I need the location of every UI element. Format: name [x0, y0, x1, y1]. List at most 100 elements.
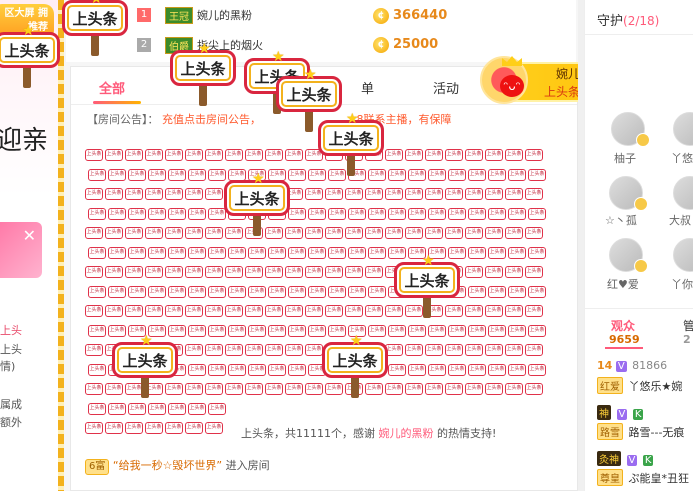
audience-row[interactable]: 路雪 路雪---无痕	[597, 423, 684, 440]
mini-gift-sign: 上头条	[88, 285, 106, 298]
avatar[interactable]	[673, 238, 693, 272]
tab-admins[interactable]: 管	[683, 317, 693, 334]
avatar[interactable]	[673, 112, 693, 146]
avatar[interactable]	[609, 176, 648, 211]
mini-gift-sign: 上头条	[488, 285, 506, 298]
mini-gift-sign: 上头条	[305, 188, 323, 200]
mini-gift-sign: 上头条	[425, 149, 443, 161]
rank-row[interactable]: 1 王冠 婉儿的黑粉	[137, 5, 252, 25]
mini-gift-sign: 上头条	[345, 266, 363, 278]
banner-gift-name: 上头条	[544, 85, 581, 99]
audience-row[interactable]: 14 V 81866	[597, 359, 667, 372]
rank-user-name[interactable]: 婉儿的黑粉	[197, 7, 252, 23]
mini-gift-sign: 上头条	[525, 149, 543, 161]
mini-gift-sign: 上头条	[488, 246, 506, 259]
enter-message-user[interactable]: “给我一秒☆毁坏世界”	[113, 459, 222, 472]
mini-gift-sign: 上头条	[188, 168, 206, 181]
mini-gift-sign: 上头条	[505, 227, 523, 239]
mini-gift-sign: 上头条	[465, 266, 483, 278]
mini-gift-sign: 上头条	[205, 266, 223, 278]
mini-gift-sign: 上头条	[528, 363, 546, 376]
mini-gift-sign: 上头条	[508, 324, 526, 337]
mini-gift-sign: 上头条	[345, 188, 363, 200]
mini-gift-sign: 上头条	[125, 188, 143, 200]
guard-name[interactable]: 丫你	[671, 276, 693, 292]
mini-gift-sign: 上头条	[368, 246, 386, 259]
mini-gift-sign: 上头条	[348, 285, 366, 298]
mini-gift-sign: 上头条	[185, 305, 203, 317]
mini-gift-sign: 上头条	[525, 188, 543, 200]
mini-gift-sign: 上头条	[168, 324, 186, 337]
guard-name[interactable]: 红♥爱	[607, 276, 639, 292]
mini-gift-sign: 上头条	[405, 383, 423, 395]
notice-text[interactable]: 充值点击房间公告，	[162, 113, 261, 126]
mini-gift-sign: 上头条	[128, 207, 146, 220]
mini-gift-sign: 上头条	[348, 207, 366, 220]
mini-gift-sign: 上头条	[265, 266, 283, 278]
mini-gift-sign: 上头条	[105, 149, 123, 161]
guard-name[interactable]: 大叔	[669, 212, 691, 228]
mini-gift-sign: 上头条	[368, 324, 386, 337]
mini-gift-sign: 上头条	[305, 266, 323, 278]
mini-gift-sign: 上头条	[528, 285, 546, 298]
gift-message-user[interactable]: 婉儿的黑粉	[379, 427, 434, 440]
audience-name[interactable]: 路雪---无痕	[629, 426, 685, 439]
close-icon[interactable]: ✕	[23, 226, 36, 245]
mini-gift-sign: 上头条	[448, 363, 466, 376]
mini-gift-sign: 上头条	[165, 188, 183, 200]
mini-gift-sign: 上头条	[348, 246, 366, 259]
audience-row[interactable]: 红爱 丫悠乐★婉	[597, 377, 682, 394]
mini-gift-sign: 上头条	[268, 363, 286, 376]
mini-gift-sign: 上头条	[305, 383, 323, 395]
mini-gift-sign: 上头条	[85, 344, 103, 356]
mini-gift-sign: 上头条	[485, 149, 503, 161]
active-tab-underline	[93, 101, 141, 104]
mini-gift-sign: 上头条	[165, 227, 183, 239]
audience-name[interactable]: 丫悠乐★婉	[629, 380, 683, 393]
mini-gift-sign: 上头条	[405, 149, 423, 161]
guard-name[interactable]: ☆丶孤	[605, 212, 637, 228]
tab-audience[interactable]: 观众	[611, 317, 635, 334]
fan-badge: 路雪	[597, 423, 623, 440]
tab-activity[interactable]: 活动	[433, 78, 459, 97]
mini-gift-sign: 上头条	[108, 285, 126, 298]
audience-name[interactable]: ぷ能皇*丑狂	[629, 472, 690, 485]
mini-gift-sign: 上头条	[208, 324, 226, 337]
mini-gift-sign: 上头条	[148, 285, 166, 298]
tab-list[interactable]: 单	[361, 78, 374, 97]
avatar[interactable]	[611, 112, 650, 147]
tab-all[interactable]: 全部	[99, 78, 125, 97]
mini-gift-sign: 上头条	[185, 188, 203, 200]
gift-sign-stick	[423, 296, 431, 318]
mini-gift-sign: 上头条	[145, 227, 163, 239]
avatar[interactable]	[609, 238, 648, 273]
mini-gift-sign: 上头条	[128, 168, 146, 181]
mini-gift-sign: 上头条	[125, 305, 143, 317]
mini-gift-sign: 上头条	[168, 402, 186, 415]
mini-gift-sign: 上头条	[445, 383, 463, 395]
guard-name[interactable]: 柚子	[614, 150, 636, 166]
mini-gift-sign: 上头条	[328, 246, 346, 259]
mini-gift-sign: 上头条	[208, 285, 226, 298]
audience-row[interactable]: 灸神 V K	[597, 451, 655, 466]
divider	[585, 34, 693, 35]
mini-gift-sign: 上头条	[448, 324, 466, 337]
avatar[interactable]	[673, 176, 693, 210]
fan-badge: 尊皇	[597, 469, 623, 486]
enter-message: 6富 “给我一秒☆毁坏世界” 进入房间	[85, 457, 270, 475]
mini-gift-sign: 上头条	[125, 149, 143, 161]
audience-row[interactable]: 尊皇 ぷ能皇*丑狂	[597, 469, 689, 486]
mini-gift-sign: 上头条	[228, 285, 246, 298]
mini-gift-sign: 上头条	[388, 168, 406, 181]
mini-gift-sign: 上头条	[245, 149, 263, 161]
mini-gift-sign: 上头条	[508, 168, 526, 181]
audience-row[interactable]: 神 V K	[597, 405, 645, 420]
wealth-level-badge: 6富	[85, 459, 110, 475]
mini-gift-sign: 上头条	[128, 285, 146, 298]
mini-gift-sign: 上头条	[345, 227, 363, 239]
gift-sign: 上头条★	[62, 0, 128, 56]
guard-name[interactable]: 丫悠	[671, 150, 693, 166]
mini-gift-sign: 上头条	[288, 285, 306, 298]
gift-sign-stick	[199, 84, 207, 106]
mini-gift-sign: 上头条	[525, 344, 543, 356]
